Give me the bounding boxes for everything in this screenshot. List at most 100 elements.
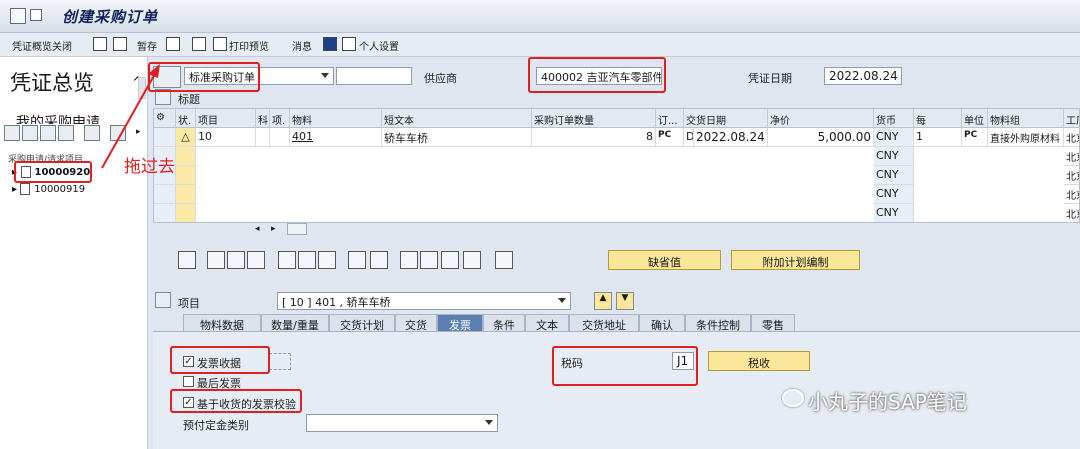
net-price-cell[interactable]: 5,000.00	[768, 128, 874, 147]
tree-expand-icon[interactable]: ▸	[12, 184, 17, 195]
item-selector-dropdown[interactable]: [ 10 ] 401 , 轿车车桥	[277, 292, 571, 310]
document-icon[interactable]	[495, 251, 513, 269]
sap-menu-icon[interactable]	[10, 8, 26, 24]
help-icon[interactable]	[323, 37, 337, 51]
doc-date-field[interactable]: 2022.08.24	[824, 67, 902, 85]
item-cell[interactable]: 10	[196, 128, 256, 147]
material-cell[interactable]: 401	[290, 128, 382, 147]
column-header[interactable]: 单位	[962, 109, 988, 128]
refresh-icon[interactable]	[58, 125, 74, 141]
messages-button[interactable]: 消息	[292, 38, 312, 53]
plant-cell[interactable]: 北京	[1064, 166, 1079, 185]
additional-planning-button[interactable]: 附加计划编制	[731, 250, 860, 270]
status-warning-icon[interactable]: △	[176, 128, 196, 147]
column-header[interactable]: 物料	[290, 109, 382, 128]
column-header[interactable]: 净价	[768, 109, 874, 128]
column-header[interactable]: 工厂	[1064, 109, 1079, 128]
sort-asc-icon[interactable]	[400, 251, 418, 269]
per-cell[interactable]: 1	[914, 128, 962, 147]
copy-row-icon[interactable]	[348, 251, 366, 269]
check-icon[interactable]	[166, 37, 180, 51]
vendor-search-field[interactable]	[336, 67, 412, 85]
personal-settings-button[interactable]: 个人设置	[359, 38, 399, 53]
new-document-icon[interactable]	[93, 37, 107, 51]
status-cell[interactable]	[176, 147, 196, 166]
unit-cell[interactable]: PC	[962, 128, 988, 147]
row-selector[interactable]	[154, 185, 176, 204]
deselect-all-icon[interactable]	[227, 251, 245, 269]
tax-button[interactable]: 税收	[708, 351, 810, 371]
column-header[interactable]: 货币	[874, 109, 914, 128]
sort-desc-icon[interactable]	[420, 251, 438, 269]
column-header[interactable]: 订...	[656, 109, 684, 128]
default-values-button[interactable]: 缺省值	[608, 250, 721, 270]
tab-retail[interactable]: 零售	[751, 314, 795, 332]
scroll-left-icon[interactable]: ◂	[255, 224, 260, 234]
select-all-icon[interactable]	[207, 251, 225, 269]
dropdown-icon[interactable]	[22, 125, 38, 141]
previous-item-button[interactable]: ▲	[594, 292, 612, 310]
select-block-icon[interactable]	[247, 251, 265, 269]
status-cell[interactable]	[176, 204, 196, 222]
filter-clear-icon[interactable]	[463, 251, 481, 269]
hold-button[interactable]: 暂存	[137, 38, 157, 53]
filter-icon[interactable]	[441, 251, 459, 269]
status-cell[interactable]	[176, 185, 196, 204]
dp-category-dropdown[interactable]	[306, 414, 498, 432]
table-cell[interactable]	[256, 128, 270, 147]
currency-cell[interactable]: CNY	[874, 185, 914, 204]
column-header[interactable]: 短文本	[382, 109, 532, 128]
copy-icon[interactable]	[40, 125, 56, 141]
next-item-button[interactable]: ▼	[616, 292, 634, 310]
horizontal-scrollbar[interactable]	[287, 223, 307, 235]
short-text-cell[interactable]: 轿车车桥	[382, 128, 532, 147]
personal-settings-icon[interactable]	[342, 37, 356, 51]
plant-cell[interactable]: 北京	[1064, 204, 1079, 222]
other-document-icon[interactable]	[113, 37, 127, 51]
tab-conditions[interactable]: 条件	[483, 314, 525, 332]
window-menu-icon[interactable]	[30, 9, 42, 21]
settings-icon[interactable]	[370, 251, 388, 269]
tab-delivery-address[interactable]: 交货地址	[569, 314, 639, 332]
tree-item[interactable]: ▸ 10000919	[12, 183, 85, 195]
column-header[interactable]: 项目	[196, 109, 256, 128]
lock-icon[interactable]	[298, 251, 316, 269]
column-header[interactable]: 采购订单数量	[532, 109, 656, 128]
mat-group-cell[interactable]: 直接外购原材料	[988, 128, 1064, 147]
qty-cell[interactable]: 8	[532, 128, 656, 147]
plant-cell[interactable]: 北京	[1064, 147, 1079, 166]
tab-delivery-schedule[interactable]: 交货计划	[329, 314, 395, 332]
tab-condition-control[interactable]: 条件控制	[685, 314, 751, 332]
currency-cell[interactable]: CNY	[874, 166, 914, 185]
select-variant-icon[interactable]	[4, 125, 20, 141]
scroll-right-icon[interactable]: ▸	[271, 224, 276, 234]
print-preview-button[interactable]: 打印预览	[229, 38, 269, 53]
tab-confirmation[interactable]: 确认	[639, 314, 685, 332]
tab-delivery[interactable]: 交货	[395, 314, 437, 332]
plant-cell[interactable]: 北京	[1064, 128, 1079, 147]
currency-cell[interactable]: CNY	[874, 147, 914, 166]
row-selector[interactable]	[154, 204, 176, 222]
doc-overview-off-button[interactable]: 凭证概览关闭	[12, 38, 72, 53]
column-header[interactable]: 状.	[176, 109, 196, 128]
uom-cell[interactable]: PC	[656, 128, 684, 147]
details-icon[interactable]	[178, 251, 196, 269]
column-header[interactable]: 交货日期	[684, 109, 768, 128]
delete-icon[interactable]	[278, 251, 296, 269]
tab-text[interactable]: 文本	[525, 314, 569, 332]
table-cell[interactable]	[270, 128, 290, 147]
unlock-icon[interactable]	[318, 251, 336, 269]
date-category-cell[interactable]: D	[684, 128, 694, 147]
column-header[interactable]: 科	[256, 109, 270, 128]
column-header[interactable]: 物料组	[988, 109, 1064, 128]
print-icon[interactable]	[192, 37, 206, 51]
plant-cell[interactable]: 北京	[1064, 185, 1079, 204]
final-invoice-checkbox[interactable]	[183, 376, 194, 387]
status-cell[interactable]	[176, 166, 196, 185]
tab-quantity-weight[interactable]: 数量/重量	[261, 314, 329, 332]
item-detail-expand-icon[interactable]	[155, 292, 171, 308]
delivery-date-cell[interactable]: 2022.08.24	[694, 128, 768, 147]
column-header[interactable]: 每	[914, 109, 962, 128]
print-preview-icon[interactable]	[213, 37, 227, 51]
currency-cell[interactable]: CNY	[874, 204, 914, 222]
